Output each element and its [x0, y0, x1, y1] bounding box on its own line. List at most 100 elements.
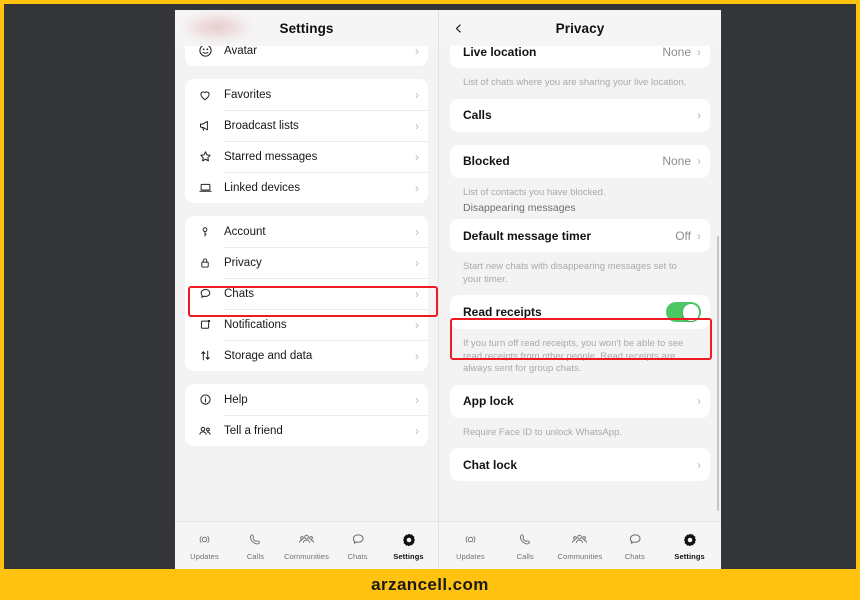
blurred-profile-area	[181, 12, 253, 42]
privacy-group-default-timer: Default message timer Off ›	[450, 219, 710, 253]
star-icon	[195, 148, 215, 166]
chevron-right-icon: ›	[697, 228, 701, 243]
privacy-group-chat-lock: Chat lock ›	[450, 448, 710, 482]
tab-label: Updates	[456, 552, 485, 561]
tab-chats[interactable]: Chats	[607, 530, 662, 561]
chevron-right-icon: ›	[697, 457, 701, 472]
chevron-right-icon: ›	[415, 46, 419, 58]
read-receipts-toggle[interactable]	[666, 302, 701, 323]
settings-gear-icon	[682, 530, 698, 549]
privacy-row-live-location[interactable]: Live location None ›	[450, 46, 710, 68]
chevron-right-icon: ›	[415, 87, 419, 102]
tab-updates[interactable]: Updates	[179, 530, 230, 561]
privacy-row-read-receipts[interactable]: Read receipts	[450, 295, 710, 330]
settings-row-chats[interactable]: Chats ›	[185, 278, 428, 309]
chats-icon	[349, 530, 366, 549]
chevron-right-icon: ›	[415, 286, 419, 301]
chevron-right-icon: ›	[415, 180, 419, 195]
toggle-knob	[682, 303, 700, 321]
privacy-group-calls: Calls ›	[450, 98, 710, 132]
privacy-row-label: Calls	[463, 108, 492, 123]
people-icon	[195, 422, 215, 440]
settings-tabbar: Updates Calls Communities Chats Settings	[175, 521, 438, 569]
privacy-panel: Privacy Live location None › List of cha…	[439, 10, 721, 569]
settings-title: Settings	[279, 20, 334, 36]
tab-settings[interactable]: Settings	[383, 530, 434, 561]
privacy-row-label: Read receipts	[463, 305, 542, 320]
privacy-row-label: Live location	[463, 46, 537, 59]
settings-row-storage-and-data[interactable]: Storage and data ›	[185, 340, 428, 371]
default-timer-help: Start new chats with disappearing messag…	[463, 261, 677, 285]
privacy-row-label: Blocked	[463, 154, 510, 169]
settings-panel: Settings Avatar › Favorites › Broadcast …	[175, 10, 439, 569]
settings-row-starred-messages[interactable]: Starred messages ›	[185, 141, 428, 172]
avatar-icon	[195, 46, 215, 60]
tab-label: Calls	[516, 552, 534, 561]
privacy-scrollbar[interactable]	[717, 236, 719, 511]
settings-row-privacy[interactable]: Privacy ›	[185, 247, 428, 278]
settings-row-notifications[interactable]: Notifications ›	[185, 309, 428, 340]
settings-row-label: Account	[224, 225, 266, 238]
tab-updates[interactable]: Updates	[443, 530, 498, 561]
settings-row-tell-a-friend[interactable]: Tell a friend ›	[185, 415, 428, 446]
live-location-help: List of chats where you are sharing your…	[463, 77, 687, 88]
phone-icon	[518, 530, 533, 549]
megaphone-icon	[195, 117, 215, 135]
back-chevron-icon[interactable]	[451, 21, 465, 35]
settings-row-account[interactable]: Account ›	[185, 216, 428, 247]
privacy-scroll-area[interactable]: Live location None › List of chats where…	[439, 46, 721, 521]
settings-scroll-area[interactable]: Avatar › Favorites › Broadcast lists › S…	[175, 46, 438, 521]
privacy-row-label: Chat lock	[463, 457, 518, 472]
tab-settings[interactable]: Settings	[662, 530, 717, 561]
tab-calls[interactable]: Calls	[230, 530, 281, 561]
settings-row-help[interactable]: Help ›	[185, 384, 428, 415]
privacy-row-app-lock[interactable]: App lock ›	[450, 384, 710, 418]
privacy-row-chat-lock[interactable]: Chat lock ›	[450, 448, 710, 482]
settings-row-label: Chats	[224, 287, 255, 300]
settings-row-broadcast-lists[interactable]: Broadcast lists ›	[185, 110, 428, 141]
privacy-row-default-message-timer[interactable]: Default message timer Off ›	[450, 219, 710, 253]
branding-bar: arzancell.com	[0, 569, 860, 600]
screenshot-stage: Settings Avatar › Favorites › Broadcast …	[4, 4, 856, 569]
privacy-row-value: None	[662, 46, 691, 59]
settings-group-support: Help › Tell a friend ›	[185, 384, 428, 446]
settings-gear-icon	[401, 530, 417, 549]
settings-navbar: Settings	[175, 10, 438, 46]
disappearing-messages-section-label: Disappearing messages	[463, 202, 576, 215]
tab-calls[interactable]: Calls	[498, 530, 553, 561]
settings-group-preferences: Account › Privacy › Chats › Notification…	[185, 216, 428, 371]
privacy-row-calls[interactable]: Calls ›	[450, 98, 710, 132]
settings-row-favorites[interactable]: Favorites ›	[185, 79, 428, 110]
settings-row-label: Favorites	[224, 88, 272, 101]
settings-row-label: Notifications	[224, 318, 287, 331]
read-receipts-help: If you turn off read receipts, you won't…	[463, 338, 684, 375]
chat-bubble-icon	[195, 285, 215, 303]
tab-label: Chats	[347, 552, 368, 561]
privacy-group-live-location: Live location None ›	[450, 46, 710, 68]
tab-communities[interactable]: Communities	[553, 530, 608, 561]
chevron-right-icon: ›	[415, 317, 419, 332]
tab-label: Communities	[284, 552, 329, 561]
chevron-right-icon: ›	[415, 423, 419, 438]
arrows-updown-icon	[195, 347, 215, 365]
tab-label: Calls	[246, 552, 265, 561]
tab-label: Chats	[624, 552, 645, 561]
tab-chats[interactable]: Chats	[332, 530, 383, 561]
privacy-row-blocked[interactable]: Blocked None ›	[450, 144, 710, 178]
settings-row-label: Tell a friend	[224, 424, 283, 437]
settings-row-linked-devices[interactable]: Linked devices ›	[185, 172, 428, 203]
tab-communities[interactable]: Communities	[281, 530, 332, 561]
privacy-row-label: Default message timer	[463, 228, 592, 243]
settings-row-label: Storage and data	[224, 349, 313, 362]
tab-label: Communities	[557, 552, 603, 561]
settings-row-label: Starred messages	[224, 150, 318, 163]
tab-label: Settings	[674, 552, 705, 561]
updates-icon	[463, 530, 478, 549]
privacy-row-value: Off	[675, 228, 691, 243]
privacy-group-blocked: Blocked None ›	[450, 144, 710, 178]
privacy-tabbar: Updates Calls Communities Chats Settings	[439, 521, 721, 569]
blocked-help: List of contacts you have blocked.	[463, 186, 606, 198]
app-lock-help: Require Face ID to unlock WhatsApp.	[463, 426, 622, 438]
info-circle-icon	[195, 391, 215, 409]
settings-row-avatar[interactable]: Avatar ›	[185, 46, 428, 66]
